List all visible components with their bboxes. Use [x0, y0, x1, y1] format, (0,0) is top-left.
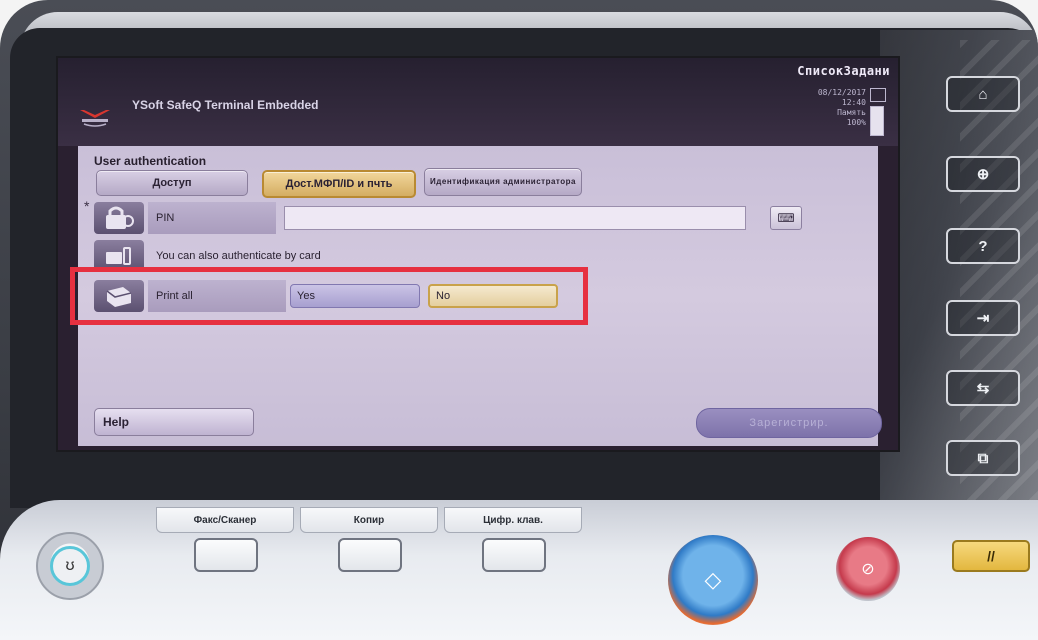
- print-all-yes-button[interactable]: Yes: [290, 284, 420, 308]
- status-icon: [870, 88, 886, 102]
- screen-header: YSoft SafeQ Terminal Embedded СписокЗада…: [58, 58, 898, 146]
- tab-access[interactable]: Доступ: [96, 170, 248, 196]
- help-hard-button[interactable]: ?: [946, 228, 1020, 264]
- utility-icon: ⇆: [976, 380, 990, 397]
- fax-scan-tab[interactable]: Факс/Сканер: [156, 507, 294, 533]
- utility-button[interactable]: ⇆: [946, 370, 1020, 406]
- job-list-button[interactable]: СписокЗадани: [797, 64, 890, 78]
- touch-screen: YSoft SafeQ Terminal Embedded СписокЗада…: [56, 56, 900, 452]
- card-reader-icon: [94, 240, 144, 272]
- date-text: 08/12/2017: [817, 88, 866, 97]
- start-icon: ◇: [704, 567, 722, 592]
- section-title: User authentication: [94, 154, 207, 168]
- job-button[interactable]: ⇥: [946, 300, 1020, 336]
- card-hint: You can also authenticate by card: [156, 250, 321, 262]
- job-icon: ⇥: [976, 310, 990, 327]
- home-button[interactable]: ⌂: [946, 76, 1020, 112]
- required-marker: *: [84, 198, 90, 214]
- power-icon: ʊ: [50, 546, 90, 586]
- power-button[interactable]: ʊ: [36, 532, 104, 600]
- numpad-tab[interactable]: Цифр. клав.: [444, 507, 582, 533]
- home-icon: ⌂: [978, 85, 988, 103]
- zoom-in-icon: ⊕: [976, 166, 990, 183]
- copy-key[interactable]: [338, 538, 402, 572]
- print-all-label: Print all: [148, 280, 286, 312]
- status-block: 08/12/2017 12:40 Память 100%: [746, 88, 866, 128]
- tab-mfp-id-print[interactable]: Дост.МФП/ID и пчть: [262, 170, 416, 198]
- keyboard-button[interactable]: ⌨: [770, 206, 802, 230]
- ysoft-logo-icon: [80, 110, 110, 127]
- print-all-row: Print all Yes No: [94, 280, 854, 312]
- start-button[interactable]: ◇: [668, 535, 758, 625]
- pin-input[interactable]: [284, 206, 746, 230]
- stop-icon: ⊘: [861, 561, 875, 578]
- numpad-key[interactable]: [482, 538, 546, 572]
- memory-label: Память: [837, 108, 866, 117]
- card-row: You can also authenticate by card: [94, 240, 854, 272]
- keyboard-icon: ⌨: [777, 211, 795, 225]
- memory-bar: [870, 106, 884, 136]
- pin-row: PIN ⌨: [94, 202, 854, 234]
- preview-button[interactable]: ⧉: [946, 440, 1020, 476]
- printer-icon: [94, 280, 144, 312]
- mfp-device: YSoft SafeQ Terminal Embedded СписокЗада…: [0, 0, 1038, 640]
- app-title: YSoft SafeQ Terminal Embedded: [132, 98, 319, 112]
- auth-panel: User authentication Доступ Дост.МФП/ID и…: [78, 146, 882, 446]
- help-button[interactable]: Help: [94, 408, 254, 436]
- memory-value: 100%: [846, 118, 866, 127]
- tab-admin-identification[interactable]: Идентификация администратора: [424, 168, 582, 196]
- pin-label: PIN: [148, 202, 276, 234]
- reset-icon: //: [987, 548, 995, 564]
- lock-icon: [94, 202, 144, 234]
- zoom-button[interactable]: ⊕: [946, 156, 1020, 192]
- time-text: 12:40: [841, 98, 866, 107]
- preview-icon: ⧉: [977, 449, 989, 467]
- register-button[interactable]: Зарегистрир.: [696, 408, 882, 438]
- stop-button[interactable]: ⊘: [836, 537, 900, 601]
- copy-tab[interactable]: Копир: [300, 507, 438, 533]
- fax-scan-key[interactable]: [194, 538, 258, 572]
- print-all-no-button[interactable]: No: [428, 284, 558, 308]
- reset-button[interactable]: //: [952, 540, 1030, 572]
- help-icon: ?: [978, 237, 988, 255]
